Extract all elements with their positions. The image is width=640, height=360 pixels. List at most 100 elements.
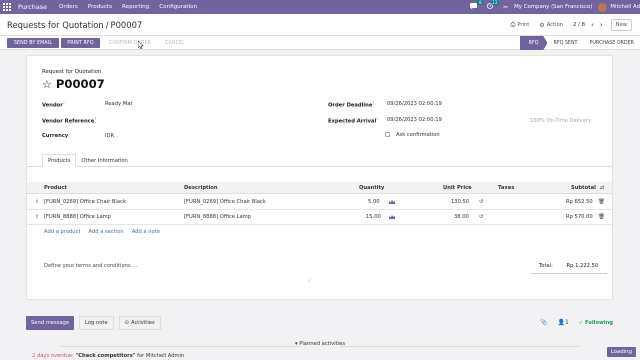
- status-bar: RFQ RFQ SENT PURCHASE ORDER: [519, 36, 640, 50]
- activities-count-badge: 12: [490, 0, 500, 5]
- status-purchase-order[interactable]: PURCHASE ORDER: [583, 36, 640, 50]
- table-row[interactable]: ⇕ [FURN_0269] Office Chair Black [FURN_0…: [27, 195, 612, 210]
- form-sheet: Request for Quotation ☆ P00007 Vendor? R…: [26, 55, 613, 300]
- activities-button[interactable]: ⊙ Activities: [118, 315, 161, 330]
- on-time-delivery-stat[interactable]: 100% On-Time Delivery: [530, 118, 591, 124]
- currency-label: Currency: [42, 133, 69, 139]
- history-icon[interactable]: ↺: [479, 199, 483, 205]
- column-quantity[interactable]: Quantity: [359, 185, 384, 191]
- send-by-email-button[interactable]: SEND BY EMAIL: [7, 38, 59, 48]
- ask-confirmation-checkbox[interactable]: [385, 132, 390, 137]
- loading-indicator: Loading: [606, 347, 636, 357]
- debug-icon[interactable]: ✂: [503, 4, 508, 11]
- line-subtotal: Rp 652.50: [566, 199, 593, 205]
- print-rfq-button[interactable]: PRINT RFQ: [61, 38, 100, 48]
- menu-reporting[interactable]: Reporting: [122, 4, 149, 10]
- pager-value[interactable]: 2 / 8: [573, 22, 585, 28]
- line-quantity[interactable]: 15.00: [366, 214, 381, 220]
- user-icon: 👤: [557, 319, 566, 326]
- company-switcher[interactable]: My Company (San Francisco): [514, 4, 592, 10]
- form-action-bar: SEND BY EMAIL PRINT RFQ CONFIRM ORDER CA…: [0, 36, 640, 50]
- form-subtitle: Request for Quotation: [42, 69, 102, 75]
- vendor-reference-field[interactable]: [105, 117, 225, 124]
- log-note-button[interactable]: Log note: [79, 315, 114, 330]
- line-product[interactable]: [FURN_8888] Office Lamp: [44, 214, 111, 220]
- add-note-link[interactable]: Add a note: [132, 229, 160, 235]
- avatar[interactable]: [598, 2, 608, 12]
- cancel-button[interactable]: CANCEL: [160, 38, 190, 48]
- app-brand[interactable]: Purchase: [18, 3, 47, 11]
- mouse-cursor-icon: [138, 41, 144, 49]
- column-settings-icon[interactable]: ⇄: [600, 185, 604, 191]
- send-message-button[interactable]: Send message: [26, 315, 75, 330]
- pager-next-icon[interactable]: ›: [600, 21, 603, 29]
- new-button[interactable]: New: [610, 19, 632, 31]
- line-subtotal: Rp 570.00: [566, 214, 593, 220]
- expected-arrival-label: Expected Arrival?: [328, 117, 379, 125]
- print-menu[interactable]: ⎙ Print: [511, 21, 530, 29]
- line-product[interactable]: [FURN_0269] Office Chair Black: [44, 199, 126, 205]
- line-description[interactable]: [FURN_8888] Office Lamp: [184, 214, 251, 220]
- history-icon[interactable]: ↺: [479, 214, 483, 220]
- currency-field[interactable]: IDR: [105, 133, 114, 139]
- tab-other-information[interactable]: Other Information: [76, 154, 132, 167]
- breadcrumb-current: P00007: [110, 20, 143, 30]
- delete-line-icon[interactable]: 🗑: [598, 214, 605, 220]
- user-menu[interactable]: Mitchell Ad: [610, 4, 640, 10]
- help-icon: ?: [372, 101, 375, 105]
- forecast-chart-icon[interactable]: [389, 200, 395, 204]
- forecast-chart-icon[interactable]: [389, 215, 395, 219]
- add-section-link[interactable]: Add a section: [88, 229, 123, 235]
- total-block: Total: Rp 1,222.50: [539, 263, 598, 269]
- total-divider: [531, 273, 607, 274]
- column-unit-price[interactable]: Unit Price: [443, 185, 472, 191]
- top-navbar: Purchase Orders Products Reporting Confi…: [0, 0, 640, 14]
- confirm-order-button[interactable]: CONFIRM ORDER: [102, 38, 158, 48]
- order-deadline-label: Order Deadline?: [328, 101, 375, 109]
- help-icon: ?: [376, 117, 379, 121]
- status-rfq-sent[interactable]: RFQ SENT: [547, 36, 583, 50]
- notebook-tabs: Products Other Information: [42, 154, 133, 167]
- activities-button[interactable]: 12: [487, 0, 500, 11]
- resize-handle-icon[interactable]: ⟋: [308, 278, 311, 284]
- pager-prev-icon[interactable]: ‹: [591, 21, 594, 29]
- status-rfq[interactable]: RFQ: [519, 36, 548, 50]
- chat-icon: [470, 3, 478, 9]
- messages-button[interactable]: 8: [470, 0, 484, 11]
- add-line-links: Add a product Add a section Add a note: [44, 229, 168, 235]
- planned-activities-toggle[interactable]: ▾ Planned activities: [0, 341, 640, 347]
- breadcrumb-parent[interactable]: Requests for Quotation: [7, 20, 104, 30]
- delete-line-icon[interactable]: 🗑: [598, 199, 605, 205]
- activity-item[interactable]: 2 days overdue: "Check competitors" for …: [32, 353, 184, 359]
- column-product[interactable]: Product: [44, 185, 67, 191]
- following-button[interactable]: ✓ Following: [579, 320, 613, 326]
- drag-handle-icon[interactable]: ⇕: [35, 199, 39, 205]
- terms-and-conditions-field[interactable]: Define your terms and conditions ...: [44, 263, 137, 269]
- menu-orders[interactable]: Orders: [59, 4, 78, 10]
- attachment-icon[interactable]: 📎: [540, 319, 547, 326]
- line-unit-price[interactable]: 38.00: [454, 214, 469, 220]
- followers-button[interactable]: 👤1: [558, 319, 569, 326]
- star-icon[interactable]: ☆: [42, 78, 52, 91]
- add-product-link[interactable]: Add a product: [44, 229, 80, 235]
- expected-arrival-field[interactable]: 09/26/2023 02:00:19: [387, 117, 442, 123]
- vendor-reference-label: Vendor Reference?: [42, 117, 97, 125]
- action-menu[interactable]: ⚙ Action: [539, 22, 563, 29]
- vendor-field[interactable]: Ready Mat: [105, 101, 132, 107]
- line-quantity[interactable]: 5.00: [368, 199, 380, 205]
- column-description[interactable]: Description: [184, 185, 218, 191]
- order-reference: P00007: [55, 77, 105, 91]
- menu-configuration[interactable]: Configuration: [159, 4, 197, 10]
- table-row[interactable]: ⇕ [FURN_8888] Office Lamp [FURN_8888] Of…: [27, 210, 612, 225]
- column-taxes[interactable]: Taxes: [498, 185, 514, 191]
- line-description[interactable]: [FURN_0269] Office Chair Black: [184, 199, 266, 205]
- menu-products[interactable]: Products: [88, 4, 112, 10]
- line-unit-price[interactable]: 130.50: [451, 199, 469, 205]
- printer-icon: ⎙: [510, 21, 516, 28]
- order-deadline-field[interactable]: 09/26/2023 02:00:19: [387, 101, 442, 107]
- clock-icon: ⊙: [124, 319, 129, 326]
- tab-products[interactable]: Products: [42, 154, 77, 167]
- column-subtotal[interactable]: Subtotal: [571, 185, 596, 191]
- apps-menu-icon[interactable]: [0, 0, 14, 14]
- drag-handle-icon[interactable]: ⇕: [35, 214, 39, 220]
